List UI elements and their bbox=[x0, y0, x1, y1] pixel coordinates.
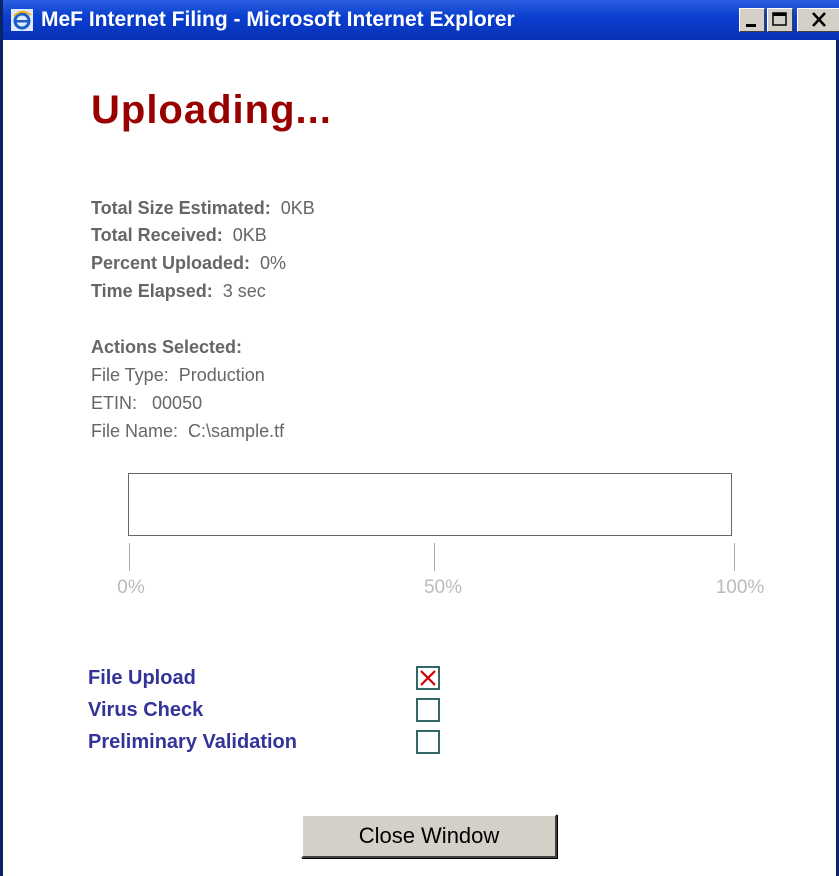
action-etin: ETIN: 00050 bbox=[91, 393, 202, 414]
tick-label-0: 0% bbox=[117, 577, 145, 598]
x-mark-icon bbox=[420, 670, 436, 686]
browser-window: MeF Internet Filing - Microsoft Internet… bbox=[0, 0, 839, 876]
window-title: MeF Internet Filing - Microsoft Internet… bbox=[41, 8, 515, 31]
stat-time-elapsed: Time Elapsed: 3 sec bbox=[91, 281, 266, 302]
stat-label: Time Elapsed: bbox=[91, 281, 213, 301]
minimize-icon bbox=[746, 24, 756, 27]
tick-label-100: 100% bbox=[715, 577, 765, 598]
close-title-button[interactable] bbox=[797, 8, 839, 32]
step-status-virus-check bbox=[416, 698, 440, 722]
close-icon bbox=[812, 12, 826, 27]
action-file-type: File Type: Production bbox=[91, 365, 265, 386]
action-label: ETIN: bbox=[91, 393, 138, 413]
action-label: File Name: bbox=[91, 421, 179, 441]
step-label-file-upload: File Upload bbox=[88, 667, 196, 689]
page-content: Uploading... Total Size Estimated: 0KB T… bbox=[6, 40, 833, 876]
progress-tick bbox=[734, 543, 735, 571]
page-title: Uploading... bbox=[91, 88, 332, 132]
minimize-button[interactable] bbox=[739, 8, 765, 32]
stat-label: Total Size Estimated: bbox=[91, 198, 271, 218]
close-window-button[interactable]: Close Window bbox=[301, 814, 557, 858]
step-status-preliminary-validation bbox=[416, 730, 440, 754]
stat-total-received: Total Received: 0KB bbox=[91, 225, 267, 246]
step-label-virus-check: Virus Check bbox=[88, 699, 204, 721]
stat-value: 0KB bbox=[280, 198, 315, 218]
stat-label: Total Received: bbox=[91, 225, 223, 245]
action-value: 00050 bbox=[152, 393, 203, 413]
action-file-name: File Name: C:\sample.tf bbox=[91, 421, 284, 442]
action-value: Production bbox=[178, 365, 265, 385]
tick-label-50: 50% bbox=[423, 577, 463, 598]
action-value: C:\sample.tf bbox=[188, 421, 285, 441]
maximize-icon bbox=[772, 12, 787, 26]
stat-value: 0% bbox=[260, 253, 287, 273]
stat-total-size: Total Size Estimated: 0KB bbox=[91, 198, 315, 219]
step-status-file-upload bbox=[416, 666, 440, 690]
stat-value: 3 sec bbox=[222, 281, 266, 301]
progress-bar bbox=[128, 473, 732, 536]
ie-icon bbox=[11, 9, 33, 31]
stat-percent-uploaded: Percent Uploaded: 0% bbox=[91, 253, 286, 274]
title-bar[interactable]: MeF Internet Filing - Microsoft Internet… bbox=[3, 0, 839, 40]
action-label: File Type: bbox=[91, 365, 169, 385]
step-label-preliminary-validation: Preliminary Validation bbox=[88, 731, 297, 753]
actions-heading: Actions Selected: bbox=[91, 337, 243, 357]
maximize-button[interactable] bbox=[767, 8, 793, 32]
stat-label: Percent Uploaded: bbox=[91, 253, 251, 273]
progress-tick bbox=[129, 543, 130, 571]
stat-value: 0KB bbox=[232, 225, 267, 245]
progress-tick bbox=[434, 543, 435, 571]
